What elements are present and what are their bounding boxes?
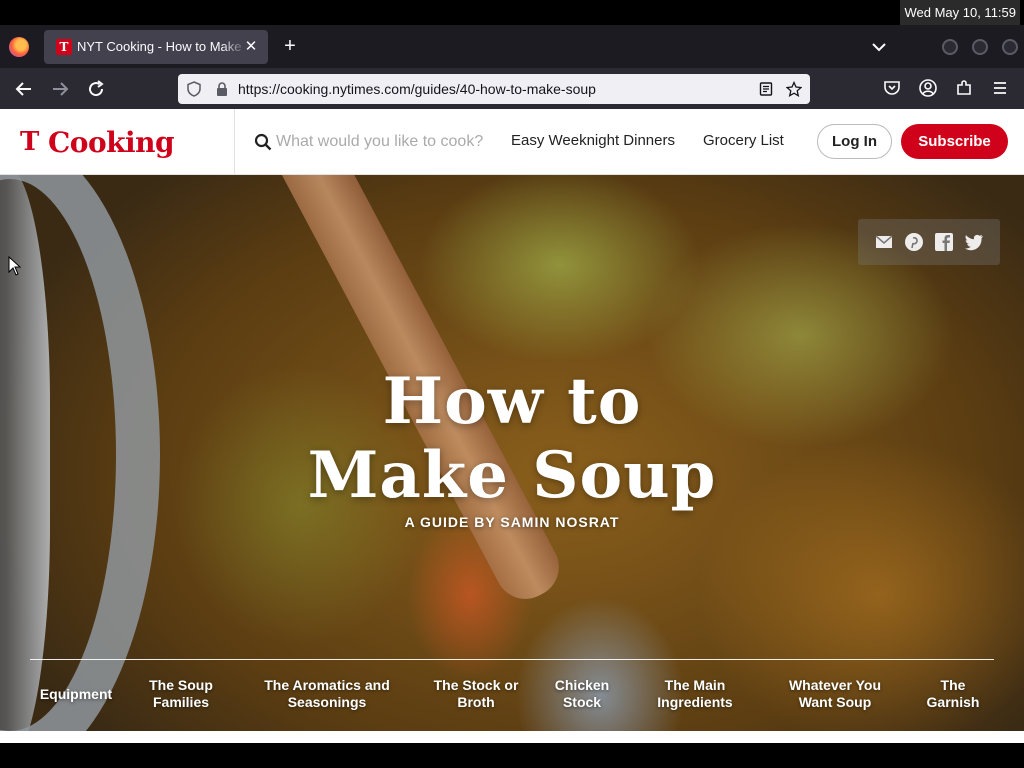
minimize-window-button[interactable]	[942, 39, 958, 55]
chapter-label: Want Soup	[798, 694, 872, 710]
guide-chapter-nav: Equipment The Soup Families The Aromatic…	[0, 677, 1024, 717]
email-icon[interactable]	[874, 232, 894, 252]
chapter-link-main-ingredients[interactable]: The Main Ingredients	[645, 677, 745, 711]
chapter-label: Broth	[457, 694, 495, 710]
browser-nav-bar: https://cooking.nytimes.com/guides/40-ho…	[0, 68, 1024, 109]
account-icon[interactable]	[918, 78, 938, 98]
reader-view-icon[interactable]	[758, 81, 774, 97]
back-arrow-icon[interactable]	[12, 77, 36, 101]
chapter-link-soup-families[interactable]: The Soup Families	[131, 677, 231, 711]
twitter-icon[interactable]	[964, 232, 984, 252]
chevron-down-icon[interactable]	[868, 36, 890, 58]
hamburger-menu-icon[interactable]	[990, 78, 1010, 98]
hero-title-line-1: How to	[382, 364, 642, 439]
page-bottom-edge	[0, 731, 1024, 768]
pinterest-icon[interactable]	[904, 232, 924, 252]
site-header: T Cooking Easy Weeknight Dinners Grocery…	[0, 109, 1024, 175]
reload-icon[interactable]	[84, 77, 108, 101]
nyt-favicon-icon: T	[56, 39, 72, 55]
facebook-icon[interactable]	[934, 232, 954, 252]
url-domain: nytimes.com	[332, 81, 411, 97]
chapter-label: Chicken	[554, 677, 610, 693]
chapter-link-chicken-stock[interactable]: Chicken Stock	[544, 677, 620, 711]
forward-arrow-icon[interactable]	[48, 77, 72, 101]
hero-byline: A GUIDE BY SAMIN NOSRAT	[404, 514, 620, 530]
chapter-label: The Main	[664, 677, 726, 693]
chapter-link-equipment[interactable]: Equipment	[28, 686, 124, 703]
chapter-link-garnish[interactable]: The Garnish	[916, 677, 990, 711]
chapter-label: Garnish	[926, 694, 980, 710]
browser-tab-active[interactable]: T NYT Cooking - How to Make Soup ✕	[44, 30, 268, 64]
chapter-label: Whatever You	[788, 677, 882, 693]
subscribe-button[interactable]: Subscribe	[901, 124, 1008, 159]
chapter-label: The Aromatics and	[264, 677, 390, 693]
tab-close-icon[interactable]: ✕	[242, 38, 260, 56]
new-tab-button[interactable]: +	[279, 35, 301, 57]
pocket-icon[interactable]	[882, 78, 902, 98]
viewport-bottom-bar	[0, 743, 1024, 768]
chapter-label: Stock	[562, 694, 602, 710]
hero-title-line-2: Make Soup	[307, 438, 717, 513]
shield-icon[interactable]	[186, 81, 202, 97]
chapter-label: Equipment	[39, 686, 113, 702]
maximize-window-button[interactable]	[972, 39, 988, 55]
nyt-t-logo-icon: T	[20, 127, 40, 157]
chapter-link-whatever-you-want-soup[interactable]: Whatever You Want Soup	[779, 677, 891, 711]
extensions-icon[interactable]	[954, 78, 974, 98]
os-clock[interactable]: Wed May 10, 11:59	[900, 0, 1020, 25]
search-input[interactable]	[276, 129, 502, 155]
bookmark-star-icon[interactable]	[786, 81, 802, 97]
browser-tab-strip: T NYT Cooking - How to Make Soup ✕ +	[0, 25, 1024, 68]
chapter-link-stock-or-broth[interactable]: The Stock or Broth	[424, 677, 528, 711]
hero-section: How to Make Soup A GUIDE BY SAMIN NOSRAT…	[0, 175, 1024, 731]
firefox-menu-icon[interactable]	[9, 37, 29, 57]
os-top-bar: Wed May 10, 11:59	[0, 0, 1024, 25]
web-page: T Cooking Easy Weeknight Dinners Grocery…	[0, 109, 1024, 768]
chapter-link-aromatics[interactable]: The Aromatics and Seasonings	[256, 677, 398, 711]
chapter-label: The	[940, 677, 966, 693]
url-path: /guides/40-how-to-make-soup	[410, 81, 596, 97]
lock-icon[interactable]	[214, 81, 230, 97]
hero-title: How to Make Soup	[0, 365, 1024, 513]
tab-title: NYT Cooking - How to Make Soup	[77, 39, 247, 54]
share-toolbar	[858, 219, 1000, 265]
url-prefix: https://cooking.	[238, 81, 333, 97]
chapter-label: The Stock or	[433, 677, 519, 693]
chapter-label: Ingredients	[657, 694, 733, 710]
mouse-cursor-icon	[8, 256, 22, 276]
chapter-label: The Soup	[149, 677, 213, 693]
grocery-list-link[interactable]: Grocery List	[703, 132, 784, 149]
log-in-button[interactable]: Log In	[817, 124, 892, 159]
nyt-cooking-logo[interactable]: T Cooking	[20, 123, 175, 161]
close-window-button[interactable]	[1002, 39, 1018, 55]
header-divider	[234, 109, 235, 175]
url-text[interactable]: https://cooking.nytimes.com/guides/40-ho…	[238, 74, 596, 104]
hero-divider-rule	[30, 659, 994, 660]
easy-weeknight-dinners-link[interactable]: Easy Weeknight Dinners	[511, 132, 675, 149]
url-bar[interactable]: https://cooking.nytimes.com/guides/40-ho…	[178, 74, 810, 104]
search-icon[interactable]	[254, 133, 272, 151]
chapter-label: Seasonings	[287, 694, 367, 710]
chapter-label: Families	[152, 694, 210, 710]
logo-text: Cooking	[48, 125, 175, 159]
